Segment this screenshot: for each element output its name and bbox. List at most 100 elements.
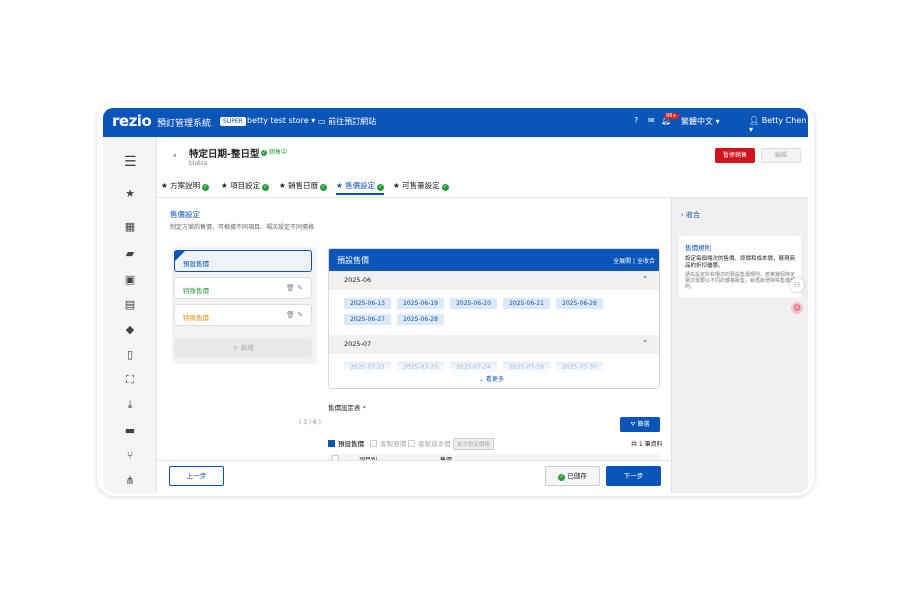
checkbox-icon bbox=[408, 440, 416, 447]
tag-icon[interactable]: ◆ bbox=[124, 324, 136, 336]
total-count: 共 1 筆資料 bbox=[631, 441, 663, 448]
page-title: 特定日期-整日型 bbox=[189, 149, 260, 160]
filter-label: 篩選 bbox=[637, 421, 650, 428]
price-plan-item[interactable]: 特殊售價 🗑︎ ✎ bbox=[174, 304, 312, 326]
store-name: betty test store bbox=[247, 116, 309, 125]
back-arrow-icon[interactable]: ‹ bbox=[173, 151, 177, 161]
system-name: 預訂管理系統 bbox=[157, 119, 212, 129]
calendar-icon[interactable]: ▤ bbox=[124, 299, 136, 311]
date-chip[interactable]: 2025-06-20 bbox=[450, 298, 497, 309]
date-panel: 預設售價 全展開 | 全收合 2025-06 ⌃ 2025-06-13 2025… bbox=[328, 248, 660, 389]
plan-actions: 🗑︎ ✎ bbox=[286, 311, 303, 319]
date-panel-header: 預設售價 全展開 | 全收合 bbox=[329, 249, 659, 271]
pencil-icon[interactable]: ✎ bbox=[297, 284, 303, 292]
folder-star-icon[interactable]: ▰ bbox=[124, 248, 136, 260]
add-plan-button[interactable]: ＋ 新增 bbox=[174, 339, 312, 357]
tab-sales-calendar[interactable]: ★ 銷售日曆 ✓ bbox=[279, 180, 328, 191]
monitor-icon: ▭ bbox=[318, 117, 326, 126]
status-label: 銷售中 bbox=[269, 149, 288, 156]
date-chip[interactable]: 2025-06-26 bbox=[556, 298, 603, 309]
previous-step-button[interactable]: 上一步 bbox=[169, 466, 224, 486]
language-selector[interactable]: 繁體中文 ▾ bbox=[681, 116, 720, 127]
check-circle-icon: ✓ bbox=[558, 474, 566, 481]
price-plan-item[interactable]: 預設售價 bbox=[174, 250, 312, 272]
price-type-legend: 預設售價 客製原價 客製成本價 批次設定價格 bbox=[328, 438, 494, 450]
checkbox-icon bbox=[370, 440, 378, 447]
pencil-icon[interactable]: ✎ bbox=[297, 311, 303, 319]
custom-cost-price-checkbox[interactable]: 客製成本價 bbox=[408, 440, 451, 448]
expand-all-link[interactable]: 全展開 bbox=[613, 258, 631, 265]
date-chip[interactable]: 2025-06-13 bbox=[344, 298, 391, 309]
scan-icon[interactable]: ⛶ bbox=[124, 374, 136, 386]
date-chip[interactable]: 2025-06-27 bbox=[344, 314, 391, 325]
edit-button[interactable]: 編輯 bbox=[761, 148, 801, 163]
tab-availability-settings[interactable]: ★ 可售量設定 ✓ bbox=[393, 180, 449, 191]
default-price-toggle[interactable]: 預設售價 bbox=[328, 440, 364, 448]
date-panel-title: 預設售價 bbox=[337, 256, 369, 265]
custom-original-price-checkbox[interactable]: 客製原價 bbox=[370, 440, 406, 448]
trash-icon[interactable]: 🗑︎ bbox=[286, 311, 295, 319]
chevron-up-icon: ⌃ bbox=[642, 275, 648, 283]
help-panel: › 收合 售價規則 設定每個場次的售價、原價和成本價，展現商品的折扣優惠。 請先… bbox=[671, 198, 808, 493]
collapse-panel-button[interactable]: › 收合 bbox=[681, 210, 700, 220]
download-icon[interactable]: ⤓ bbox=[124, 399, 136, 411]
user-menu[interactable]: 👤︎ Betty Chen ▾ bbox=[749, 116, 808, 134]
date-chip[interactable]: 2025-06-28 bbox=[397, 314, 444, 325]
price-table-title-text: 售價設定表 bbox=[328, 404, 361, 412]
star-icon: ★ bbox=[336, 181, 343, 190]
app-screen: rezio 預訂管理系統 SUPER betty test store ▾ ▭ … bbox=[103, 108, 808, 493]
checkbox-checked-icon bbox=[328, 440, 335, 447]
month-header[interactable]: 2025-06 ⌃ bbox=[329, 271, 659, 290]
notification-badge: 99+ bbox=[664, 113, 679, 119]
batch-set-price-button[interactable]: 批次設定價格 bbox=[452, 438, 494, 450]
star-icon: ★ bbox=[221, 181, 228, 190]
ticket-star-icon[interactable]: ▣ bbox=[124, 274, 136, 286]
user-icon: 👤︎ bbox=[749, 116, 760, 125]
stop-sale-button[interactable]: 暫停銷售 bbox=[715, 148, 755, 163]
required-mark: * bbox=[362, 404, 366, 412]
trash-icon[interactable]: 🗑︎ bbox=[286, 284, 295, 292]
floating-avatar-icon[interactable]: ☺ bbox=[791, 302, 803, 314]
month-header[interactable]: 2025-07 ⌃ bbox=[329, 335, 659, 354]
section-description: 制定方案的售價，可根據不同項目、場次設定不同價格 bbox=[170, 224, 315, 231]
sidebar: ☰ ★ ▦ ▰ ▣ ▤ ◆ ▯ ⛶ ⤓ ▬ ⑂ ⋔ bbox=[103, 137, 157, 493]
price-rules-card: 售價規則 設定每個場次的售價、原價和成本價，展現商品的折扣優惠。 請先設定所有場… bbox=[679, 236, 801, 298]
network-icon[interactable]: ⋔ bbox=[124, 475, 136, 487]
tab-price-settings[interactable]: ★ 售價設定 ✓ bbox=[336, 180, 385, 195]
price-plan-label: 預設售價 bbox=[183, 260, 209, 268]
expand-collapse-links: 全展開 | 全收合 bbox=[613, 256, 655, 265]
floating-tool-icon[interactable]: ⚇ bbox=[790, 278, 804, 292]
chat-icon[interactable]: ✉ bbox=[648, 116, 655, 125]
hamburger-menu-icon[interactable]: ☰ bbox=[124, 155, 137, 169]
saved-button[interactable]: ✓ 已儲存 bbox=[545, 466, 600, 486]
price-settings-section: 售價設定 制定方案的售價，可根據不同項目、場次設定不同價格 預設售價 特殊售價 … bbox=[157, 198, 671, 464]
collapse-all-link[interactable]: 全收合 bbox=[637, 258, 655, 265]
tab-label: 售價設定 bbox=[345, 181, 376, 190]
filter-button[interactable]: ⛛ 篩選 bbox=[620, 417, 660, 432]
next-step-button[interactable]: 下一步 bbox=[606, 466, 661, 486]
check-circle-icon: ✓ bbox=[262, 184, 270, 191]
top-nav-bar: rezio 預訂管理系統 SUPER betty test store ▾ ▭ … bbox=[103, 108, 808, 137]
check-circle-icon: ✓ bbox=[202, 184, 210, 191]
price-plan-label: 特殊售價 bbox=[183, 314, 209, 322]
help-icon[interactable]: ? bbox=[634, 116, 638, 125]
dashboard-icon[interactable]: ▦ bbox=[124, 221, 136, 233]
price-plan-item[interactable]: 特殊售價 🗑︎ ✎ bbox=[174, 277, 312, 299]
split-icon[interactable]: ⑂ bbox=[124, 450, 136, 462]
date-chip[interactable]: 2025-06-19 bbox=[397, 298, 444, 309]
document-icon[interactable]: ▯ bbox=[124, 349, 136, 361]
collapse-label: 收合 bbox=[686, 211, 701, 219]
see-more-link[interactable]: ⌄ 看更多 bbox=[479, 374, 504, 383]
star-icon[interactable]: ★ bbox=[124, 188, 136, 200]
date-chip[interactable]: 2025-06-21 bbox=[503, 298, 550, 309]
rezio-logo[interactable]: rezio bbox=[112, 112, 152, 130]
tab-plan-description[interactable]: ★ 方案說明 ✓ bbox=[161, 180, 210, 191]
tab-item-settings[interactable]: ★ 項目設定 ✓ bbox=[221, 180, 270, 191]
tip-title: 售價規則 bbox=[685, 244, 711, 252]
tip-subtext: 請先設定所有場次的預設售價規則。若某幾個特定場次需要以不同的價格販售，就再新增特… bbox=[685, 272, 796, 290]
store-icon[interactable]: ▬ bbox=[124, 425, 136, 437]
store-selector[interactable]: betty test store ▾ bbox=[247, 116, 315, 125]
chevron-up-icon: ⌃ bbox=[642, 339, 648, 347]
tab-label: 方案說明 bbox=[170, 181, 201, 190]
frontend-link[interactable]: ▭ 前往預訂網站 bbox=[318, 116, 376, 127]
